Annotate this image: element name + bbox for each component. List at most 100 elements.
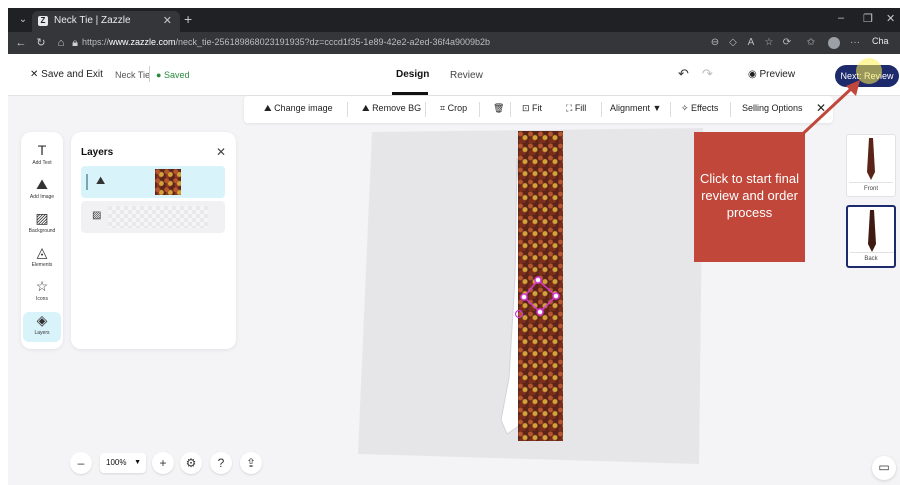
zoom-out-button[interactable]: – (70, 452, 92, 474)
tab-list-chevron-icon[interactable]: ⌄ (16, 13, 30, 27)
tab-design[interactable]: Design (396, 69, 429, 80)
annotation-callout: Click to start final review and order pr… (694, 132, 805, 262)
extension-icon[interactable]: ◇ (726, 36, 740, 50)
toolbar-divider (425, 102, 426, 117)
add-text-tool[interactable]: T Add Text (23, 142, 61, 172)
close-window-icon[interactable]: ✕ (886, 12, 895, 25)
background-tool[interactable]: ▨ Background (23, 210, 61, 240)
effects-button[interactable]: ✧ Effects (681, 103, 718, 114)
zoom-in-button[interactable]: + (152, 452, 174, 474)
view-label-front: Front (863, 186, 878, 192)
url-path: /neck_tie-256189868023191935?dz=cccd1f35… (175, 37, 491, 47)
alignment-label: Alignment (610, 103, 651, 113)
toolbar-divider (347, 102, 348, 117)
settings-gear-icon[interactable]: ⚙ (180, 452, 202, 474)
chat-support-icon[interactable]: ▭ (872, 456, 896, 480)
favorites-icon[interactable]: ✩ (804, 36, 818, 50)
view-thumbnail-back[interactable]: Back (846, 205, 896, 268)
save-and-exit-button[interactable]: ✕ Save and Exit (30, 69, 103, 80)
browser-tab[interactable]: Z Neck Tie | Zazzle ✕ (32, 11, 180, 32)
browser-tab-title: Neck Tie | Zazzle (54, 15, 131, 26)
background-layer-thumbnail (108, 206, 208, 228)
caret-down-icon: ▼ (650, 103, 662, 113)
layer-row-background[interactable]: ▨ (81, 201, 225, 233)
restore-window-icon[interactable]: ❐ (863, 12, 873, 25)
layer-row-image[interactable]: ⛰ (81, 166, 225, 198)
saved-status-label: Saved (163, 70, 190, 80)
alignment-dropdown[interactable]: Alignment ▼ (610, 103, 661, 113)
crop-button[interactable]: ⌗ Crop (440, 103, 467, 114)
toolbar-divider (730, 102, 731, 117)
icons-tool[interactable]: ☆ Icons (23, 278, 61, 308)
tab-review[interactable]: Review (450, 70, 483, 81)
background-layer-icon: ▨ (92, 210, 102, 221)
toolbar-divider (670, 102, 671, 117)
image-layer-icon: ⛰ (96, 175, 106, 187)
layer-thumbnail-pattern (155, 169, 181, 195)
url-host: www.zazzle.com (109, 37, 176, 47)
zoom-page-icon[interactable]: ⊖ (708, 36, 722, 50)
close-layers-icon[interactable]: ✕ (216, 145, 226, 159)
add-image-label: Add Image (29, 194, 55, 200)
favorite-star-icon[interactable]: ☆ (762, 36, 776, 50)
add-text-label: Add Text (32, 160, 52, 166)
toolbar-divider (479, 102, 480, 117)
elements-label: Elements (31, 262, 53, 268)
thumbnail-divider (850, 252, 894, 253)
zoom-level-select[interactable]: 100% ▼ (100, 453, 146, 473)
browser-tab-bar: ⌄ Z Neck Tie | Zazzle ✕ + – ❐ ✕ (8, 8, 900, 32)
background-icon: ▨ (35, 210, 49, 226)
help-icon[interactable]: ? (210, 452, 232, 474)
saved-dot-icon: ● (156, 70, 164, 80)
toolbar-divider (601, 102, 602, 117)
change-image-icon: ⛰ (264, 103, 275, 113)
url-field[interactable]: https://www.zazzle.com/neck_tie-25618986… (82, 37, 490, 47)
home-icon[interactable]: ⌂ (54, 36, 68, 50)
profile-avatar[interactable] (828, 37, 840, 49)
caret-down-icon: ▼ (134, 459, 141, 466)
fill-button[interactable]: ⛶ Fill (566, 103, 586, 114)
elements-tool[interactable]: ◬ Elements (23, 244, 61, 274)
change-image-label: Change image (274, 103, 333, 113)
effects-label: Effects (691, 103, 719, 113)
more-menu-icon[interactable]: ··· (848, 36, 862, 50)
active-tab-underline (392, 92, 428, 95)
elements-shapes-icon: ◬ (36, 244, 48, 260)
back-icon[interactable]: ← (14, 36, 28, 50)
layers-tool[interactable]: ◈ Layers (23, 312, 61, 342)
read-aloud-icon[interactable]: A (744, 36, 758, 50)
crop-label: Crop (447, 103, 468, 113)
redo-icon[interactable]: ↷ (702, 66, 713, 82)
address-bar: ← ↻ ⌂ 🔒︎ https://www.zazzle.com/neck_tie… (8, 32, 900, 54)
remove-bg-label: Remove BG (372, 103, 422, 113)
layers-stack-icon: ◈ (36, 312, 48, 328)
remove-bg-button[interactable]: ⛰ Remove BG (362, 103, 421, 114)
change-image-button[interactable]: ⛰ Change image (264, 103, 333, 114)
fit-button[interactable]: ⊡ Fit (522, 103, 542, 114)
canvas-zoom-bar: – 100% ▼ + ⚙ ? ⇪ (70, 452, 270, 476)
share-icon[interactable]: ⇪ (240, 452, 262, 474)
view-thumbnail-front[interactable]: Front (846, 134, 896, 197)
undo-icon[interactable]: ↶ (678, 66, 689, 82)
toolbar-divider (510, 102, 511, 117)
copilot-button[interactable]: Cha (872, 36, 889, 46)
fill-label: Fill (574, 103, 587, 113)
refresh-icon[interactable]: ↻ (34, 36, 48, 50)
minimize-window-icon[interactable]: – (838, 12, 844, 24)
saved-status: ● Saved (156, 70, 189, 80)
drag-handle[interactable] (86, 174, 88, 190)
collections-icon[interactable]: ⟳ (780, 36, 794, 50)
eye-icon: ◉ (748, 69, 760, 80)
effects-icon: ✧ (681, 103, 692, 113)
close-icon: ✕ (30, 69, 42, 80)
tie-back-icon (868, 210, 876, 252)
new-tab-icon[interactable]: + (184, 11, 192, 27)
selection-handles[interactable] (512, 270, 562, 320)
url-prefix: https:// (82, 37, 110, 47)
layers-panel-title: Layers (81, 147, 114, 158)
app-window: ⌄ Z Neck Tie | Zazzle ✕ + – ❐ ✕ ← ↻ ⌂ 🔒︎… (8, 8, 900, 485)
add-image-tool[interactable]: ⛰ Add Image (23, 176, 61, 206)
layers-label: Layers (34, 330, 50, 336)
close-tab-icon[interactable]: ✕ (163, 14, 172, 27)
delete-icon[interactable]: 🗑︎ (493, 103, 504, 114)
